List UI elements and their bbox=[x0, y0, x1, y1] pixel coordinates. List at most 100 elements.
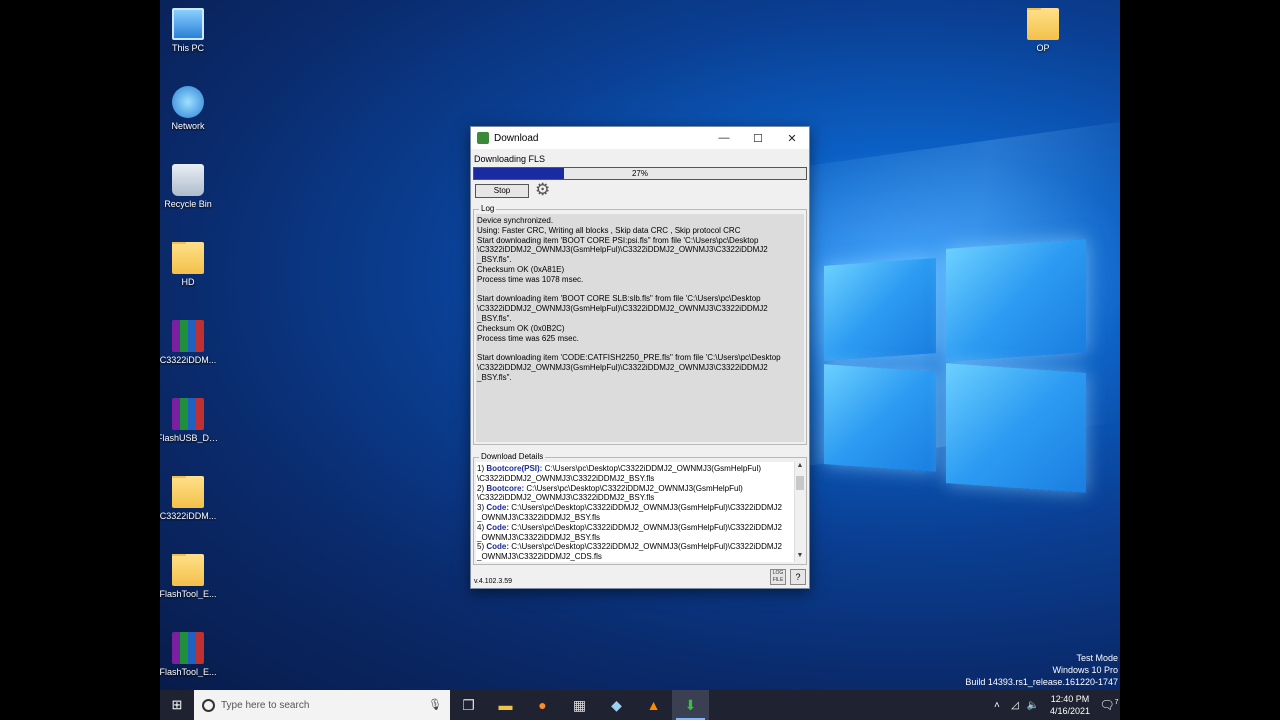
detail-key: Code: bbox=[486, 522, 510, 532]
search-box[interactable]: Type here to search 🎙 bbox=[194, 690, 450, 720]
gears-icon: ⚙ bbox=[535, 180, 551, 199]
detail-path: C:\Users\pc\Desktop\C3322iDDMJ2_OWNMJ3(G… bbox=[477, 503, 782, 522]
download-detail-item: 2) Bootcore: C:\Users\pc\Desktop\C3322iD… bbox=[477, 484, 793, 504]
desktop-icon-this-pc[interactable]: This PC bbox=[160, 8, 219, 53]
taskbar-app[interactable]: ◆ bbox=[598, 690, 635, 720]
detail-number: 5) bbox=[477, 542, 487, 552]
taskbar-firefox[interactable]: ● bbox=[524, 690, 561, 720]
notification-icon: 🗨 bbox=[1099, 698, 1115, 712]
details-scrollbar[interactable]: ▲ ▼ bbox=[794, 462, 805, 562]
window-title: Download bbox=[494, 132, 539, 144]
watermark-line: Build 14393.rs1_release.161220-1747 bbox=[965, 677, 1118, 687]
scroll-up-icon[interactable]: ▲ bbox=[795, 462, 805, 472]
taskbar-flashtool[interactable]: ⬇ bbox=[672, 690, 709, 720]
desktop-icon-hd[interactable]: HD bbox=[160, 242, 219, 287]
firefox-icon: ● bbox=[538, 697, 547, 713]
detail-number: 4) bbox=[477, 522, 487, 532]
scroll-down-icon[interactable]: ▼ bbox=[795, 552, 805, 562]
clock[interactable]: 12:40 PM 4/16/2021 bbox=[1050, 693, 1090, 717]
cortana-icon bbox=[202, 698, 215, 712]
volume-icon[interactable]: 🔈 bbox=[1024, 700, 1042, 711]
download-detail-item: 5) Code: C:\Users\pc\Desktop\C3322iDDMJ2… bbox=[477, 542, 793, 562]
vlc-icon: ▲ bbox=[646, 697, 661, 713]
watermark-line: Windows 10 Pro bbox=[1052, 665, 1118, 675]
pc-icon bbox=[172, 8, 204, 40]
desktop-icon-recycle-bin[interactable]: Recycle Bin bbox=[160, 164, 219, 209]
download-detail-item: 1) Bootcore(PSI): C:\Users\pc\Desktop\C3… bbox=[477, 464, 793, 484]
start-button[interactable]: ⊞ bbox=[160, 690, 194, 720]
windows-logo-pane bbox=[824, 258, 936, 361]
winrar-archive-icon bbox=[172, 632, 204, 664]
taskbar-vlc[interactable]: ▲ bbox=[635, 690, 672, 720]
version-label: v.4.102.3.59 bbox=[474, 578, 513, 585]
status-label: Downloading FLS bbox=[474, 154, 546, 164]
folder-icon bbox=[172, 554, 204, 586]
detail-key: Code: bbox=[486, 542, 510, 552]
desktop-icon-network[interactable]: Network bbox=[160, 86, 219, 131]
desktop-icon-op[interactable]: OP bbox=[1012, 8, 1074, 53]
help-button[interactable]: ? bbox=[790, 569, 806, 585]
system-tray: ˄ ◿ 🔈 12:40 PM 4/16/2021 🗨7 bbox=[988, 690, 1120, 720]
file-explorer-icon: ▬ bbox=[498, 697, 513, 713]
progress-text: 27% bbox=[631, 169, 648, 178]
task-view-icon: ❐ bbox=[462, 696, 475, 713]
detail-path: C:\Users\pc\Desktop\C3322iDDMJ2_OWNMJ3(G… bbox=[477, 542, 782, 562]
notification-count: 7 bbox=[1114, 699, 1119, 706]
recycle-bin-icon bbox=[172, 164, 204, 196]
winrar-archive-icon bbox=[172, 320, 204, 352]
windows-logo-pane bbox=[824, 364, 936, 472]
close-button[interactable]: ✕ bbox=[775, 127, 809, 149]
windows-logo-icon: ⊞ bbox=[171, 697, 183, 712]
download-icon: ⬇ bbox=[684, 696, 697, 713]
taskbar-file-explorer[interactable]: ▬ bbox=[487, 690, 524, 720]
windows-logo-pane bbox=[946, 363, 1086, 493]
desktop-icon-archive[interactable]: C3322iDDM... bbox=[160, 320, 219, 365]
detail-key: Bootcore: bbox=[486, 483, 525, 493]
detail-number: 3) bbox=[477, 503, 487, 513]
folder-icon bbox=[172, 476, 204, 508]
progress-bar: 27% bbox=[473, 167, 807, 180]
log-file-button[interactable]: LOG FILE bbox=[770, 569, 786, 585]
app-icon: ◆ bbox=[611, 696, 622, 713]
download-details-group: Download Details 1) Bootcore(PSI): C:\Us… bbox=[473, 452, 807, 565]
taskbar-calculator[interactable]: ▦ bbox=[561, 690, 598, 720]
clock-time: 12:40 PM bbox=[1050, 694, 1090, 704]
download-detail-item: 4) Code: C:\Users\pc\Desktop\C3322iDDMJ2… bbox=[477, 523, 793, 543]
download-details-title: Download Details bbox=[479, 452, 546, 461]
clock-date: 4/16/2021 bbox=[1049, 706, 1090, 716]
microphone-icon[interactable]: 🎙 bbox=[428, 698, 442, 711]
log-text[interactable]: Device synchronized. Using: Faster CRC, … bbox=[476, 214, 804, 442]
desktop-icon-folder[interactable]: C3322iDDM... bbox=[160, 476, 219, 521]
chevron-up-icon[interactable]: ˄ bbox=[988, 700, 1006, 711]
notification-center-button[interactable]: 🗨7 bbox=[1098, 698, 1120, 712]
log-group: Log Device synchronized. Using: Faster C… bbox=[473, 204, 807, 445]
network-status-icon[interactable]: ◿ bbox=[1006, 700, 1024, 711]
network-icon bbox=[172, 86, 204, 118]
test-mode-watermark: Test Mode Windows 10 Pro Build 14393.rs1… bbox=[965, 652, 1118, 688]
desktop-icon-archive[interactable]: FlashTool_E... bbox=[160, 632, 219, 677]
stop-button[interactable]: Stop bbox=[475, 184, 529, 198]
flashtool-app-icon bbox=[477, 132, 489, 144]
detail-path: C:\Users\pc\Desktop\C3322iDDMJ2_OWNMJ3(G… bbox=[477, 522, 782, 542]
watermark-line: Test Mode bbox=[1076, 653, 1118, 663]
minimize-button[interactable]: — bbox=[707, 127, 741, 149]
desktop-icon-archive[interactable]: FlashUSB_Dr... bbox=[160, 398, 219, 443]
task-view-button[interactable]: ❐ bbox=[450, 690, 487, 720]
detail-key: Code: bbox=[486, 503, 510, 513]
taskbar: ⊞ Type here to search 🎙 ❐ ▬ ● ▦ ◆ ▲ ⬇ ˄ … bbox=[160, 690, 1120, 720]
maximize-button[interactable]: ☐ bbox=[741, 127, 775, 149]
detail-key: Bootcore(PSI): bbox=[486, 464, 543, 473]
calculator-icon: ▦ bbox=[572, 696, 587, 713]
desktop-icon-folder[interactable]: FlashTool_E... bbox=[160, 554, 219, 599]
folder-icon bbox=[1027, 8, 1059, 40]
detail-number: 1) bbox=[477, 464, 487, 473]
download-details-list[interactable]: 1) Bootcore(PSI): C:\Users\pc\Desktop\C3… bbox=[476, 462, 794, 562]
download-detail-item: 3) Code: C:\Users\pc\Desktop\C3322iDDMJ2… bbox=[477, 503, 793, 523]
windows-logo-pane bbox=[946, 239, 1086, 362]
download-window: Download — ☐ ✕ Downloading FLS 27% Stop … bbox=[470, 126, 810, 589]
log-group-title: Log bbox=[479, 204, 497, 213]
search-placeholder: Type here to search bbox=[221, 699, 310, 711]
scroll-thumb[interactable] bbox=[796, 476, 804, 490]
folder-icon bbox=[172, 242, 204, 274]
title-bar[interactable]: Download — ☐ ✕ bbox=[471, 127, 809, 149]
